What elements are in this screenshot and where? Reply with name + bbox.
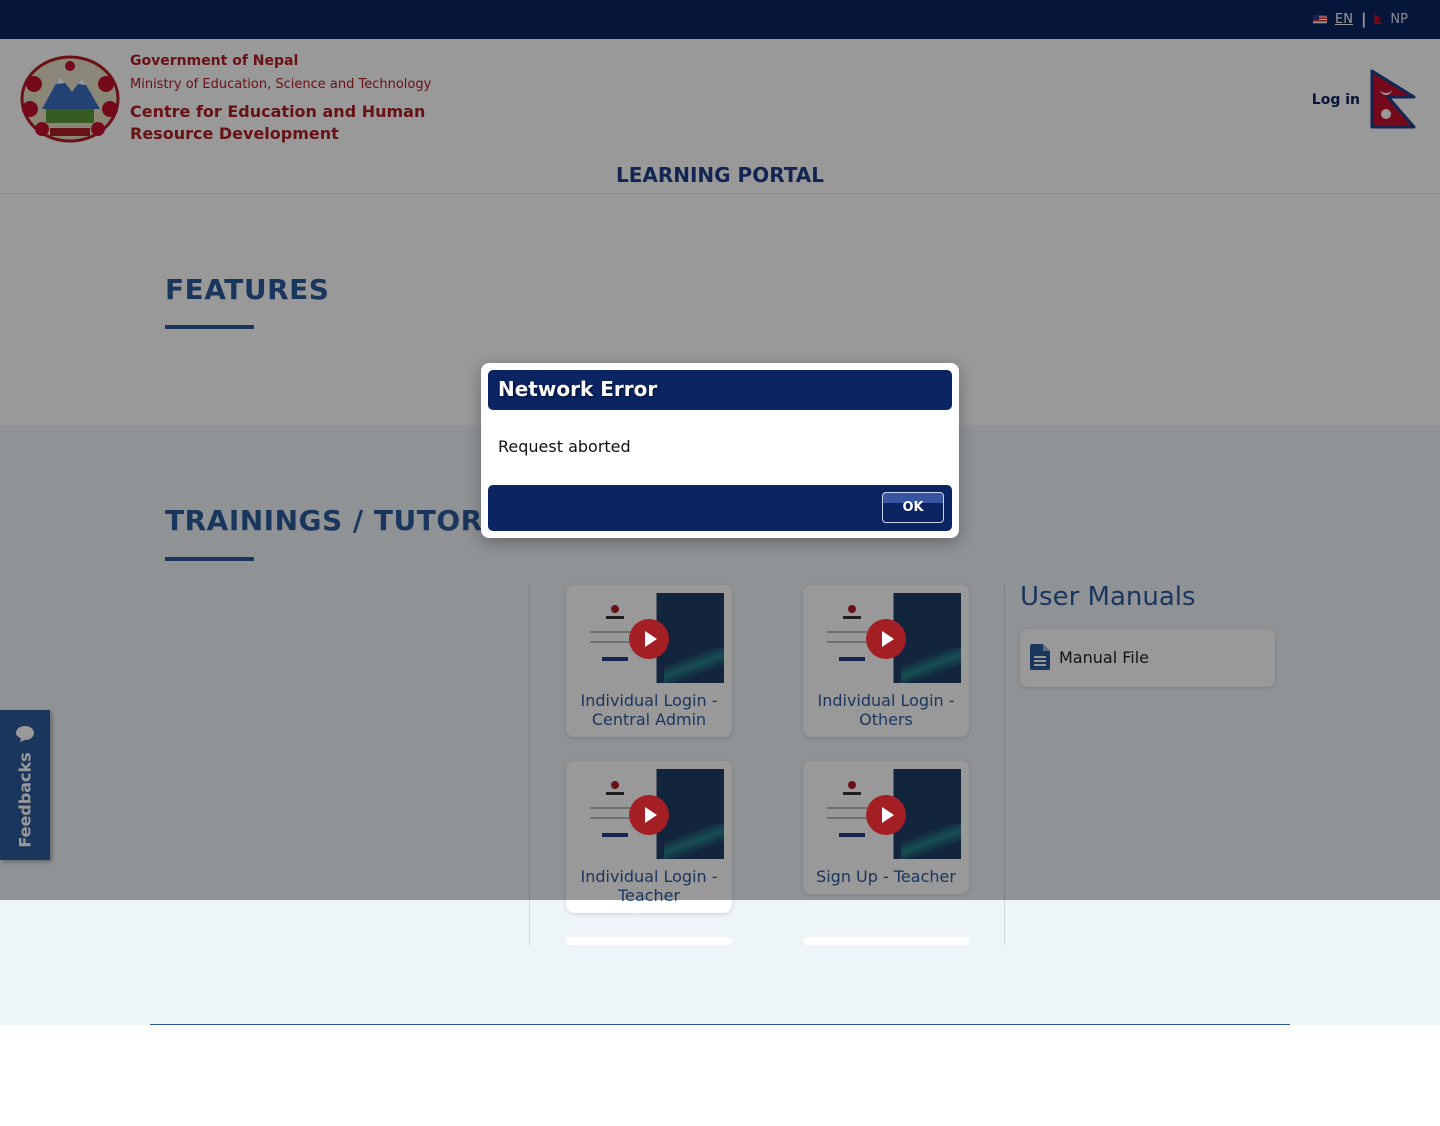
play-icon[interactable] <box>629 795 669 835</box>
network-error-dialog: Network Error Request aborted OK <box>481 363 959 538</box>
video-card-partial[interactable] <box>803 937 969 945</box>
video-card-partial[interactable] <box>566 937 732 945</box>
ok-button[interactable]: OK <box>882 492 944 523</box>
dialog-footer: OK <box>488 485 952 531</box>
dialog-title: Network Error <box>498 377 658 401</box>
dialog-header: Network Error <box>488 370 952 410</box>
play-icon[interactable] <box>866 619 906 659</box>
play-icon[interactable] <box>866 795 906 835</box>
footer-divider <box>150 1024 1290 1025</box>
play-icon[interactable] <box>629 619 669 659</box>
dialog-message: Request aborted <box>498 437 631 456</box>
